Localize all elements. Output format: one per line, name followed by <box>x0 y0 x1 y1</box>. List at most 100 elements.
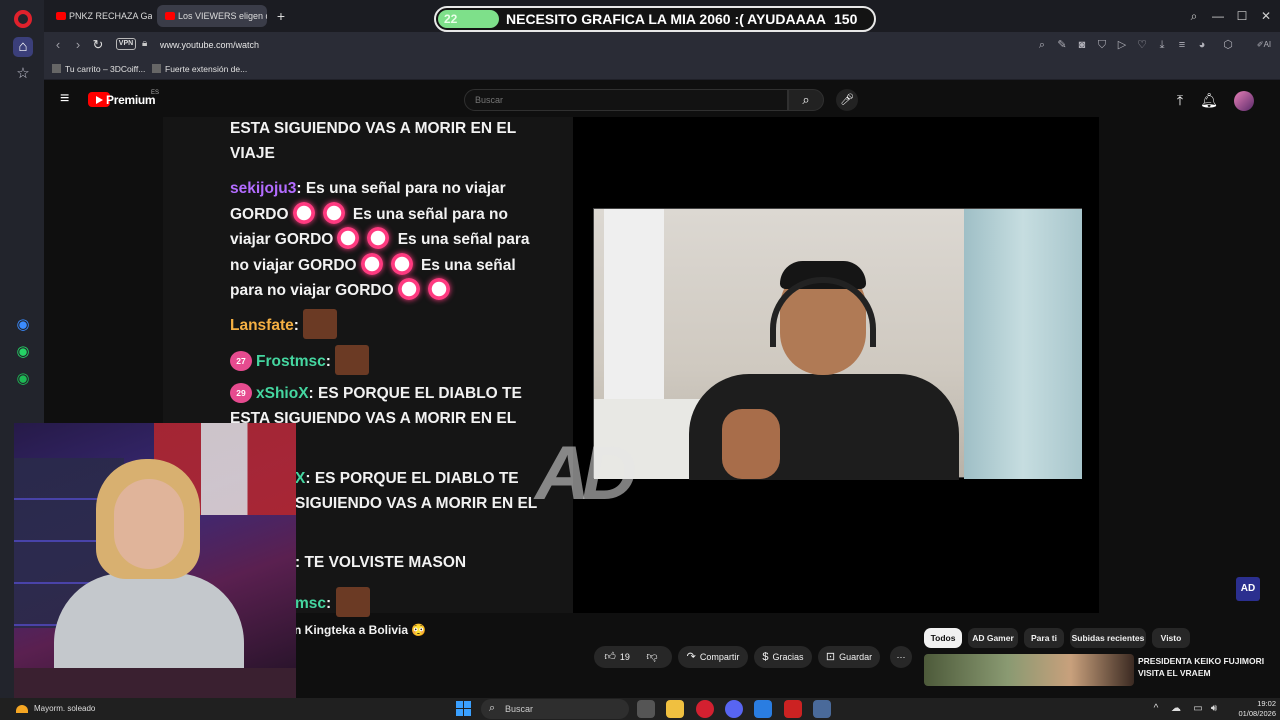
country-code: ES <box>151 90 160 96</box>
chat-line: ESTA SIGUIENDO VAS A MORIR EN EL VIAJE <box>230 120 516 162</box>
more-actions-button[interactable]: ⋯ <box>890 646 912 668</box>
windows-taskbar: Mayorm. soleado ⌕ Buscar ^ ☁ ▭ 🔊︎ 19:02 … <box>0 698 1280 720</box>
windows-logo-icon <box>464 709 471 716</box>
file-explorer-icon[interactable] <box>666 700 684 718</box>
chip-visto[interactable]: Visto <box>1152 628 1190 648</box>
taskbar-search[interactable]: ⌕ Buscar <box>481 699 629 719</box>
tab-viewers-active[interactable]: Los VIEWERS eligen q <box>157 5 267 27</box>
shield-icon[interactable]: ⛉ <box>1094 37 1110 53</box>
minimize-button[interactable]: — <box>1210 8 1226 24</box>
stream-goal-alert: 22 NECESITO GRAFICA LA MIA 2060 :( AYUDA… <box>434 6 876 32</box>
chip-todos[interactable]: Todos <box>924 628 962 648</box>
browser-search-icon[interactable]: ⌕ <box>1186 8 1202 24</box>
lock-icon[interactable]: 🔒︎ <box>142 37 154 51</box>
recommended-video-title[interactable]: PRESIDENTA KEIKO FUJIMORI VISITA EL VRAE… <box>1138 655 1280 683</box>
system-clock[interactable]: 19:02 01/08/2026 <box>1226 698 1276 720</box>
tray-chevron-icon[interactable]: ^ <box>1150 702 1162 716</box>
whatsapp-icon[interactable]: ◉ <box>13 342 33 362</box>
thanks-button[interactable]: $ Gracias <box>754 646 812 668</box>
taskbar-search-label: Buscar <box>505 704 534 714</box>
camera-icon[interactable]: ◙ <box>1074 37 1090 53</box>
opera-taskbar-icon[interactable] <box>696 700 714 718</box>
recommended-video-thumbnail[interactable] <box>924 654 1134 686</box>
edit-icon[interactable]: ✎ <box>1054 37 1070 53</box>
thanks-dollar-icon: $ <box>762 651 769 663</box>
play-icon[interactable]: ▷ <box>1114 37 1130 53</box>
voice-search-mic-icon[interactable]: 🎤︎ <box>836 89 858 111</box>
chip-subidas-recientes[interactable]: Subidas recientes <box>1070 628 1146 648</box>
forward-button[interactable]: › <box>70 37 86 53</box>
address-bar[interactable]: www.youtube.com/watch <box>160 37 460 53</box>
start-button[interactable] <box>456 701 472 717</box>
video-webcam-feed <box>593 208 1082 480</box>
back-button[interactable]: ‹ <box>50 37 66 53</box>
windows-logo-icon <box>456 701 463 708</box>
volume-icon[interactable]: 🔊︎ <box>1208 702 1220 716</box>
dislike-button[interactable]: 👎︎ <box>646 651 661 663</box>
channel-watermark-badge[interactable]: AD <box>1236 577 1260 601</box>
app-icon[interactable] <box>754 700 772 718</box>
weather-widget[interactable]: Mayorm. soleado <box>14 702 134 716</box>
upload-icon[interactable]: ⤒ <box>1171 91 1189 109</box>
heart-emote-icon <box>367 227 390 249</box>
download-icon[interactable]: ⤓ <box>1154 37 1170 53</box>
close-window-button[interactable]: ✕ <box>1258 8 1274 24</box>
notifications-bell-icon[interactable]: 🔔︎ <box>1200 91 1218 109</box>
youtube-favicon-icon <box>56 12 66 20</box>
share-button[interactable]: ↷ Compartir <box>678 646 748 668</box>
zoom-search-icon[interactable]: ⌕ <box>1034 37 1050 53</box>
like-dislike-group: 👍︎ 19 👎︎ <box>594 646 672 668</box>
heart-icon[interactable]: ♡ <box>1134 37 1150 53</box>
sub-badge: 27 <box>230 351 252 371</box>
recording-app-icon[interactable] <box>784 700 802 718</box>
chat-message: 27 Frostmsc: <box>230 345 550 375</box>
task-view-icon[interactable] <box>637 700 655 718</box>
new-tab-button[interactable]: + <box>274 9 288 23</box>
person-hand <box>722 409 780 479</box>
bookmark-star-icon[interactable]: ☆ <box>13 64 33 84</box>
maximize-button[interactable]: ☐ <box>1234 8 1250 24</box>
goal-current-count: 22 <box>444 12 458 26</box>
profile-icon[interactable]: ◕ <box>1194 37 1210 53</box>
bookmarks-bar: Tu carrito – 3DCoiff... Fuerte extensión… <box>44 58 1280 80</box>
chip-para-ti[interactable]: Para ti <box>1024 628 1064 648</box>
tray-cloud-icon[interactable]: ☁ <box>1170 702 1182 716</box>
heart-emote-icon <box>427 278 450 300</box>
heart-emote-icon <box>397 278 420 300</box>
pepe-emote-icon <box>335 587 370 617</box>
hamburger-menu-icon[interactable]: ≡ <box>60 91 78 107</box>
vpn-badge[interactable]: VPN <box>116 38 136 50</box>
chat-message: : TE VOLVISTE MASON <box>295 554 467 571</box>
display-icon[interactable]: ▭ <box>1192 702 1204 716</box>
save-button[interactable]: ⊡ Guardar <box>818 646 880 668</box>
menu-lines-icon[interactable]: ≡ <box>1174 37 1190 53</box>
chat-message: msc: <box>295 587 555 617</box>
settings-gear-icon[interactable] <box>813 700 831 718</box>
tab-pnkz[interactable]: PNKZ RECHAZA Ganar <box>48 5 152 27</box>
windows-logo-icon <box>464 701 471 708</box>
spotify-icon[interactable]: ◉ <box>13 369 33 389</box>
home-icon[interactable]: ⌂ <box>13 37 33 57</box>
messenger-icon[interactable]: ◉ <box>13 315 33 335</box>
video-player[interactable]: ESTA SIGUIENDO VAS A MORIR EN EL VIAJE s… <box>163 117 1099 617</box>
reload-button[interactable]: ↻ <box>90 37 106 53</box>
bookmark-extension[interactable]: Fuerte extensión de... <box>152 62 247 76</box>
search-button[interactable]: ⌕ <box>788 89 824 111</box>
like-button[interactable]: 👍︎ 19 <box>604 651 630 663</box>
account-avatar[interactable] <box>1234 91 1254 111</box>
opera-logo-icon[interactable] <box>14 10 32 28</box>
discord-icon[interactable] <box>725 700 743 718</box>
share-arrow-icon: ↷ <box>686 651 696 663</box>
chat-message: X: ES PORQUE EL DIABLO TE SIGUIENDO VAS A… <box>295 470 538 512</box>
bookmark-favicon-icon <box>152 64 161 73</box>
heart-emote-icon <box>337 227 360 249</box>
bookmark-favicon-icon <box>52 64 61 73</box>
chip-ad-gamer[interactable]: AD Gamer <box>968 628 1018 648</box>
search-input[interactable] <box>475 93 775 107</box>
bookmark-cart[interactable]: Tu carrito – 3DCoiff... <box>52 62 145 76</box>
streamer-face <box>114 479 184 569</box>
goal-target: 150 <box>834 11 858 27</box>
aria-ai-button[interactable]: ✐AI <box>1252 37 1276 53</box>
extension-cube-icon[interactable]: ⬡ <box>1220 37 1236 53</box>
room-window <box>604 209 664 399</box>
